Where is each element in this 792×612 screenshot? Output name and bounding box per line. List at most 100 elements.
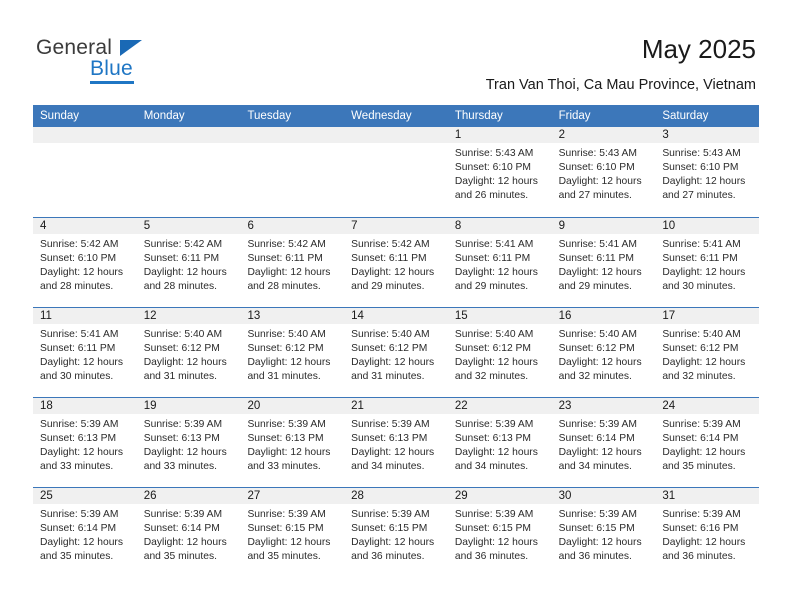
calendar-day-cell[interactable]: 9 Sunrise: 5:41 AM Sunset: 6:11 PM Daylight… [551,218,656,307]
daylight-text: Daylight: 12 hours and 36 minutes. [558,537,642,562]
daylight-text: Daylight: 12 hours and 29 minutes. [454,267,538,292]
daylight-text: Daylight: 12 hours and 33 minutes. [40,447,123,472]
calendar-day-cell[interactable]: 28 Sunrise: 5:39 AM Sunset: 6:15 PM Dayligh… [344,488,448,577]
sunrise-text: Sunrise: 5:39 AM [662,419,741,430]
calendar-week-row: 4 Sunrise: 5:42 AM Sunset: 6:10 PM Daylight… [33,217,760,307]
day-number: 28 [344,488,448,504]
calendar-day-cell[interactable]: 5 Sunrise: 5:42 AM Sunset: 6:11 PM Daylight… [136,218,241,307]
calendar-day-cell[interactable]: 18 Sunrise: 5:39 AM Sunset: 6:13 PM Dayligh… [33,398,137,487]
calendar-day-cell[interactable]: 15 Sunrise: 5:40 AM Sunset: 6:12 PM Dayligh… [447,308,552,397]
sunset-text: Sunset: 6:11 PM [143,253,220,264]
weekday-header-monday: Monday [143,110,185,122]
day-sun-info: Sunrise: 5:43 AM Sunset: 6:10 PM Daylight:… [655,143,759,203]
calendar-day-cell[interactable]: 4 Sunrise: 5:42 AM Sunset: 6:10 PM Daylight… [33,218,137,307]
day-number: 7 [344,218,448,234]
day-number: 10 [655,218,760,234]
calendar-day-cell[interactable]: 12 Sunrise: 5:40 AM Sunset: 6:12 PM Dayligh… [136,308,241,397]
calendar-day-cell[interactable]: 8 Sunrise: 5:41 AM Sunset: 6:11 PM Daylight… [447,218,552,307]
weekday-header-row: Sunday Monday Tuesday Wednesday Thursday… [33,105,759,127]
calendar-day-cell[interactable]: 22 Sunrise: 5:39 AM Sunset: 6:13 PM Dayligh… [447,398,552,487]
sunrise-text: Sunrise: 5:43 AM [558,148,638,159]
sunset-text: Sunset: 6:13 PM [143,433,220,444]
daylight-text: Daylight: 12 hours and 35 minutes. [40,537,123,562]
day-sun-info: Sunrise: 5:39 AM Sunset: 6:13 PM Daylight:… [33,414,137,474]
calendar-day-cell[interactable]: 16 Sunrise: 5:40 AM Sunset: 6:12 PM Dayligh… [551,308,656,397]
day-number: 4 [33,218,137,234]
sunrise-text: Sunrise: 5:40 AM [454,329,534,340]
daylight-text: Daylight: 12 hours and 27 minutes. [558,176,642,201]
sunset-text: Sunset: 6:14 PM [143,523,220,534]
calendar-day-cell[interactable]: 20 Sunrise: 5:39 AM Sunset: 6:13 PM Dayligh… [240,398,345,487]
sunset-text: Sunset: 6:12 PM [454,343,532,354]
sunset-text: Sunset: 6:10 PM [40,253,117,264]
sunrise-text: Sunrise: 5:39 AM [40,419,119,430]
calendar-day-cell[interactable]: 27 Sunrise: 5:39 AM Sunset: 6:15 PM Dayligh… [240,488,345,577]
sunset-text: Sunset: 6:14 PM [558,433,635,444]
sunset-text: Sunset: 6:11 PM [454,253,531,264]
calendar-day-cell[interactable]: 23 Sunrise: 5:39 AM Sunset: 6:14 PM Dayligh… [551,398,656,487]
day-sun-info: Sunrise: 5:40 AM Sunset: 6:12 PM Daylight:… [552,324,656,384]
calendar-day-cell[interactable]: 11 Sunrise: 5:41 AM Sunset: 6:11 PM Dayligh… [33,308,137,397]
sunrise-text: Sunrise: 5:42 AM [247,239,326,250]
day-sun-info: Sunrise: 5:40 AM Sunset: 6:12 PM Daylight:… [344,324,448,384]
day-number: 5 [136,218,241,234]
day-number: 24 [655,398,760,414]
sunset-text: Sunset: 6:12 PM [662,343,739,354]
day-sun-info: Sunrise: 5:39 AM Sunset: 6:15 PM Daylight:… [240,504,344,564]
daylight-text: Daylight: 12 hours and 31 minutes. [247,357,331,382]
sunrise-text: Sunrise: 5:39 AM [351,509,430,520]
sunrise-text: Sunrise: 5:39 AM [558,509,638,520]
triangle-logo-icon [120,40,142,56]
page-subtitle: Tran Van Thoi, Ca Mau Province, Vietnam [485,77,756,93]
day-number: 15 [447,308,552,324]
calendar-day-cell[interactable]: 13 Sunrise: 5:40 AM Sunset: 6:12 PM Dayligh… [240,308,345,397]
day-sun-info: Sunrise: 5:39 AM Sunset: 6:13 PM Daylight:… [240,414,344,474]
sunset-text: Sunset: 6:14 PM [40,523,117,534]
calendar-week-row: 18 Sunrise: 5:39 AM Sunset: 6:13 PM Dayligh… [33,397,760,487]
daylight-text: Daylight: 12 hours and 28 minutes. [247,267,331,292]
calendar-day-cell[interactable]: 30 Sunrise: 5:39 AM Sunset: 6:15 PM Dayligh… [551,488,656,577]
calendar-week-row: 11 Sunrise: 5:41 AM Sunset: 6:11 PM Dayligh… [33,307,760,397]
daylight-text: Daylight: 12 hours and 29 minutes. [351,267,435,292]
calendar-day-cell[interactable]: 26 Sunrise: 5:39 AM Sunset: 6:14 PM Dayligh… [136,488,241,577]
day-sun-info: Sunrise: 5:42 AM Sunset: 6:10 PM Daylight:… [33,234,137,294]
calendar-day-cell[interactable]: 14 Sunrise: 5:40 AM Sunset: 6:12 PM Dayligh… [344,308,448,397]
daylight-text: Daylight: 12 hours and 34 minutes. [454,447,538,472]
day-number: 26 [136,488,241,504]
calendar-day-cell[interactable]: 24 Sunrise: 5:39 AM Sunset: 6:14 PM Dayligh… [655,398,760,487]
calendar-day-cell[interactable]: 1 Sunrise: 5:43 AM Sunset: 6:10 PM Daylight… [447,127,552,217]
daylight-text: Daylight: 12 hours and 30 minutes. [662,267,746,292]
calendar-day-cell[interactable]: 21 Sunrise: 5:39 AM Sunset: 6:13 PM Dayligh… [344,398,448,487]
day-sun-info: Sunrise: 5:42 AM Sunset: 6:11 PM Daylight:… [240,234,344,294]
day-number: 14 [344,308,448,324]
calendar-day-cell[interactable]: 7 Sunrise: 5:42 AM Sunset: 6:11 PM Daylight… [344,218,448,307]
day-number: 21 [344,398,448,414]
calendar-day-cell[interactable]: 29 Sunrise: 5:39 AM Sunset: 6:15 PM Dayligh… [447,488,552,577]
calendar-day-cell[interactable]: 19 Sunrise: 5:39 AM Sunset: 6:13 PM Dayligh… [136,398,241,487]
calendar-day-cell[interactable]: 2 Sunrise: 5:43 AM Sunset: 6:10 PM Daylight… [551,127,656,217]
sunrise-text: Sunrise: 5:40 AM [351,329,430,340]
calendar-day-cell[interactable]: 3 Sunrise: 5:43 AM Sunset: 6:10 PM Daylight… [655,127,760,217]
brand-name-blue: Blue [90,57,133,80]
day-sun-info: Sunrise: 5:41 AM Sunset: 6:11 PM Daylight:… [655,234,759,294]
sunset-text: Sunset: 6:11 PM [247,253,323,264]
sunrise-text: Sunrise: 5:42 AM [40,239,119,250]
brand-logo[interactable]: General Blue [36,36,236,88]
sunset-text: Sunset: 6:16 PM [662,523,739,534]
calendar-day-cell[interactable]: 17 Sunrise: 5:40 AM Sunset: 6:12 PM Dayligh… [655,308,760,397]
sunset-text: Sunset: 6:10 PM [662,162,739,173]
calendar-day-cell[interactable]: 25 Sunrise: 5:39 AM Sunset: 6:14 PM Dayligh… [33,488,137,577]
sunset-text: Sunset: 6:13 PM [40,433,117,444]
calendar-week-row: 25 Sunrise: 5:39 AM Sunset: 6:14 PM Dayligh… [33,487,760,577]
sunset-text: Sunset: 6:11 PM [351,253,427,264]
daylight-text: Daylight: 12 hours and 36 minutes. [454,537,538,562]
day-number: 18 [33,398,137,414]
sunrise-text: Sunrise: 5:40 AM [143,329,223,340]
day-number [344,127,448,143]
calendar-day-empty [344,127,448,217]
calendar-day-cell[interactable]: 10 Sunrise: 5:41 AM Sunset: 6:11 PM Dayligh… [655,218,760,307]
daylight-text: Daylight: 12 hours and 28 minutes. [143,267,227,292]
sunrise-text: Sunrise: 5:42 AM [143,239,223,250]
calendar-day-cell[interactable]: 6 Sunrise: 5:42 AM Sunset: 6:11 PM Daylight… [240,218,345,307]
calendar-day-cell[interactable]: 31 Sunrise: 5:39 AM Sunset: 6:16 PM Dayligh… [655,488,760,577]
